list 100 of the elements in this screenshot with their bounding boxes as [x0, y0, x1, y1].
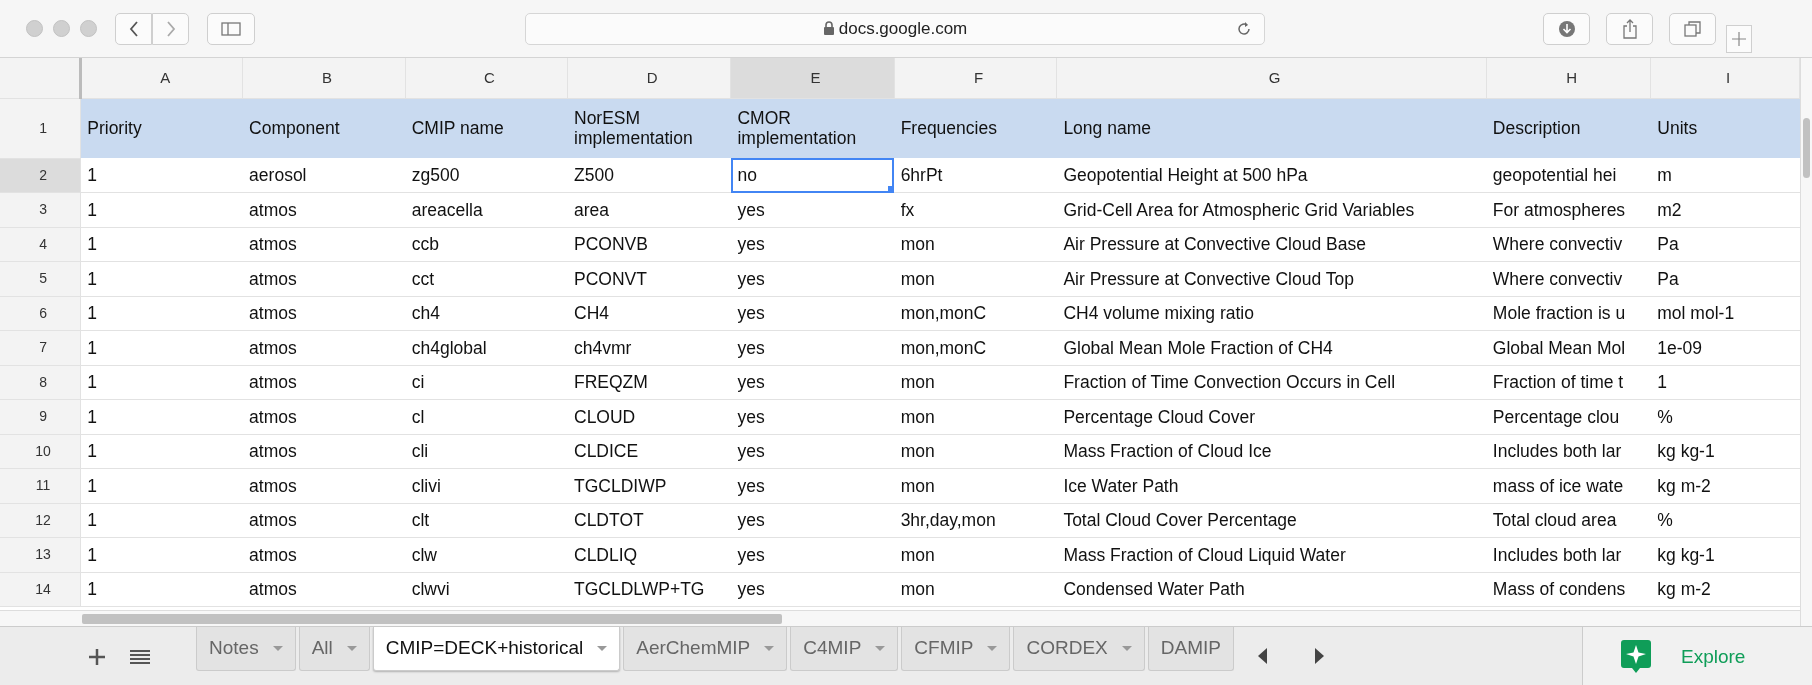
- row-number[interactable]: 13: [0, 537, 81, 572]
- horizontal-scrollbar[interactable]: [0, 610, 1800, 626]
- column-header[interactable]: G: [1056, 58, 1487, 98]
- zoom-window-button[interactable]: [80, 20, 97, 37]
- column-header[interactable]: I: [1650, 58, 1800, 98]
- back-button[interactable]: [115, 12, 152, 45]
- row-number[interactable]: 3: [0, 192, 81, 227]
- sheet-tab[interactable]: DAMIP: [1147, 627, 1234, 671]
- header-cell: CMIP name: [405, 98, 568, 158]
- caret-icon[interactable]: [272, 646, 283, 651]
- share-button[interactable]: [1606, 12, 1653, 45]
- minimize-window-button[interactable]: [53, 20, 70, 37]
- row-number[interactable]: 5: [0, 261, 81, 296]
- table-cell: 1: [80, 158, 243, 193]
- table-cell: TGCLDLWP+TG: [567, 572, 731, 607]
- row-number[interactable]: 12: [0, 503, 81, 538]
- address-bar[interactable]: docs.google.com: [525, 12, 1265, 45]
- scroll-right-icon[interactable]: [1314, 648, 1324, 664]
- caret-icon[interactable]: [987, 646, 998, 651]
- column-header[interactable]: F: [894, 58, 1057, 98]
- list-icon: [130, 648, 150, 665]
- table-cell: clt: [405, 503, 568, 538]
- table-cell: yes: [730, 399, 895, 434]
- tabs-button[interactable]: [1669, 12, 1716, 45]
- sheet-tab[interactable]: C4MIP: [790, 627, 899, 671]
- table-cell: Mass Fraction of Cloud Liquid Water: [1056, 537, 1487, 572]
- column-header[interactable]: D: [567, 58, 731, 98]
- table-cell: 3hr,day,mon: [894, 503, 1057, 538]
- header-cell: Units: [1650, 98, 1800, 158]
- column-header[interactable]: H: [1486, 58, 1651, 98]
- caret-icon[interactable]: [597, 646, 608, 651]
- tabs-icon: [1683, 19, 1702, 38]
- forward-icon: [165, 20, 176, 37]
- table-cell: atmos: [242, 399, 406, 434]
- vertical-scrollbar[interactable]: [1800, 58, 1812, 626]
- reload-icon[interactable]: [1236, 20, 1252, 37]
- caret-icon[interactable]: [875, 646, 886, 651]
- table-cell: 1: [80, 399, 243, 434]
- table-cell: 1: [80, 192, 243, 227]
- table-cell: mon: [894, 227, 1057, 262]
- sparkle-icon: [1621, 640, 1651, 674]
- scroll-left-icon[interactable]: [1257, 648, 1267, 664]
- row-number[interactable]: 4: [0, 227, 81, 262]
- row-number[interactable]: 6: [0, 296, 81, 331]
- table-cell: %: [1650, 503, 1800, 538]
- row-number[interactable]: 10: [0, 434, 81, 469]
- table-cell: 1: [80, 261, 243, 296]
- table-cell: Total cloud area: [1486, 503, 1651, 538]
- table-cell: Grid-Cell Area for Atmospheric Grid Variables: [1056, 192, 1487, 227]
- table-cell: Mole fraction is u: [1486, 296, 1651, 331]
- table-cell: clivi: [405, 468, 568, 503]
- table-cell: Where convectiv: [1486, 261, 1651, 296]
- sheet-tab[interactable]: CMIP=DECK+historical: [372, 627, 621, 671]
- sheet-tab[interactable]: CFMIP: [901, 627, 1011, 671]
- table-cell: atmos: [242, 330, 406, 365]
- share-icon: [1621, 18, 1638, 39]
- header-cell: CMOR implementation: [730, 98, 895, 158]
- row-number[interactable]: 9: [0, 399, 81, 434]
- table-cell: 1: [80, 468, 243, 503]
- table-cell: clw: [405, 537, 568, 572]
- column-header[interactable]: A: [80, 58, 243, 98]
- header-cell: NorESM implementation: [567, 98, 731, 158]
- sidebar-button[interactable]: [207, 12, 255, 45]
- table-cell: Pa: [1650, 261, 1800, 296]
- table-cell: clwvi: [405, 572, 568, 607]
- plus-icon: [1732, 31, 1746, 46]
- row-number[interactable]: 14: [0, 572, 81, 607]
- row-number[interactable]: 8: [0, 365, 81, 400]
- table-cell[interactable]: no: [730, 158, 895, 193]
- caret-icon[interactable]: [764, 646, 775, 651]
- sheet-tab[interactable]: CORDEX: [1013, 627, 1145, 671]
- header-cell: Component: [242, 98, 406, 158]
- table-cell: For atmospheres: [1486, 192, 1651, 227]
- row-number[interactable]: 2: [0, 158, 81, 193]
- new-tab-button[interactable]: [1726, 24, 1752, 53]
- table-cell: Global Mean Mole Fraction of CH4: [1056, 330, 1487, 365]
- download-button[interactable]: [1543, 12, 1590, 45]
- forward-button[interactable]: [152, 12, 189, 45]
- close-window-button[interactable]: [26, 20, 43, 37]
- caret-icon[interactable]: [346, 646, 357, 651]
- sheet-tab[interactable]: Notes: [196, 627, 296, 671]
- row-number[interactable]: 11: [0, 468, 81, 503]
- table-cell: Pa: [1650, 227, 1800, 262]
- table-cell: 1: [80, 296, 243, 331]
- sheet-tab[interactable]: AerChemMIP: [623, 627, 788, 671]
- table-cell: Mass of condens: [1486, 572, 1651, 607]
- lock-icon: [822, 21, 835, 36]
- caret-icon[interactable]: [1121, 646, 1132, 651]
- row-number[interactable]: 7: [0, 330, 81, 365]
- sheet-tab[interactable]: All: [298, 627, 370, 671]
- table-cell: atmos: [242, 503, 406, 538]
- column-header[interactable]: C: [405, 58, 568, 98]
- table-cell: CLDICE: [567, 434, 731, 469]
- table-cell: fx: [894, 192, 1057, 227]
- table-cell: Where convectiv: [1486, 227, 1651, 262]
- column-header[interactable]: B: [242, 58, 406, 98]
- column-header[interactable]: E: [730, 58, 895, 98]
- table-cell: ch4global: [405, 330, 568, 365]
- row-number[interactable]: 1: [0, 98, 81, 158]
- table-cell: kg kg-1: [1650, 537, 1800, 572]
